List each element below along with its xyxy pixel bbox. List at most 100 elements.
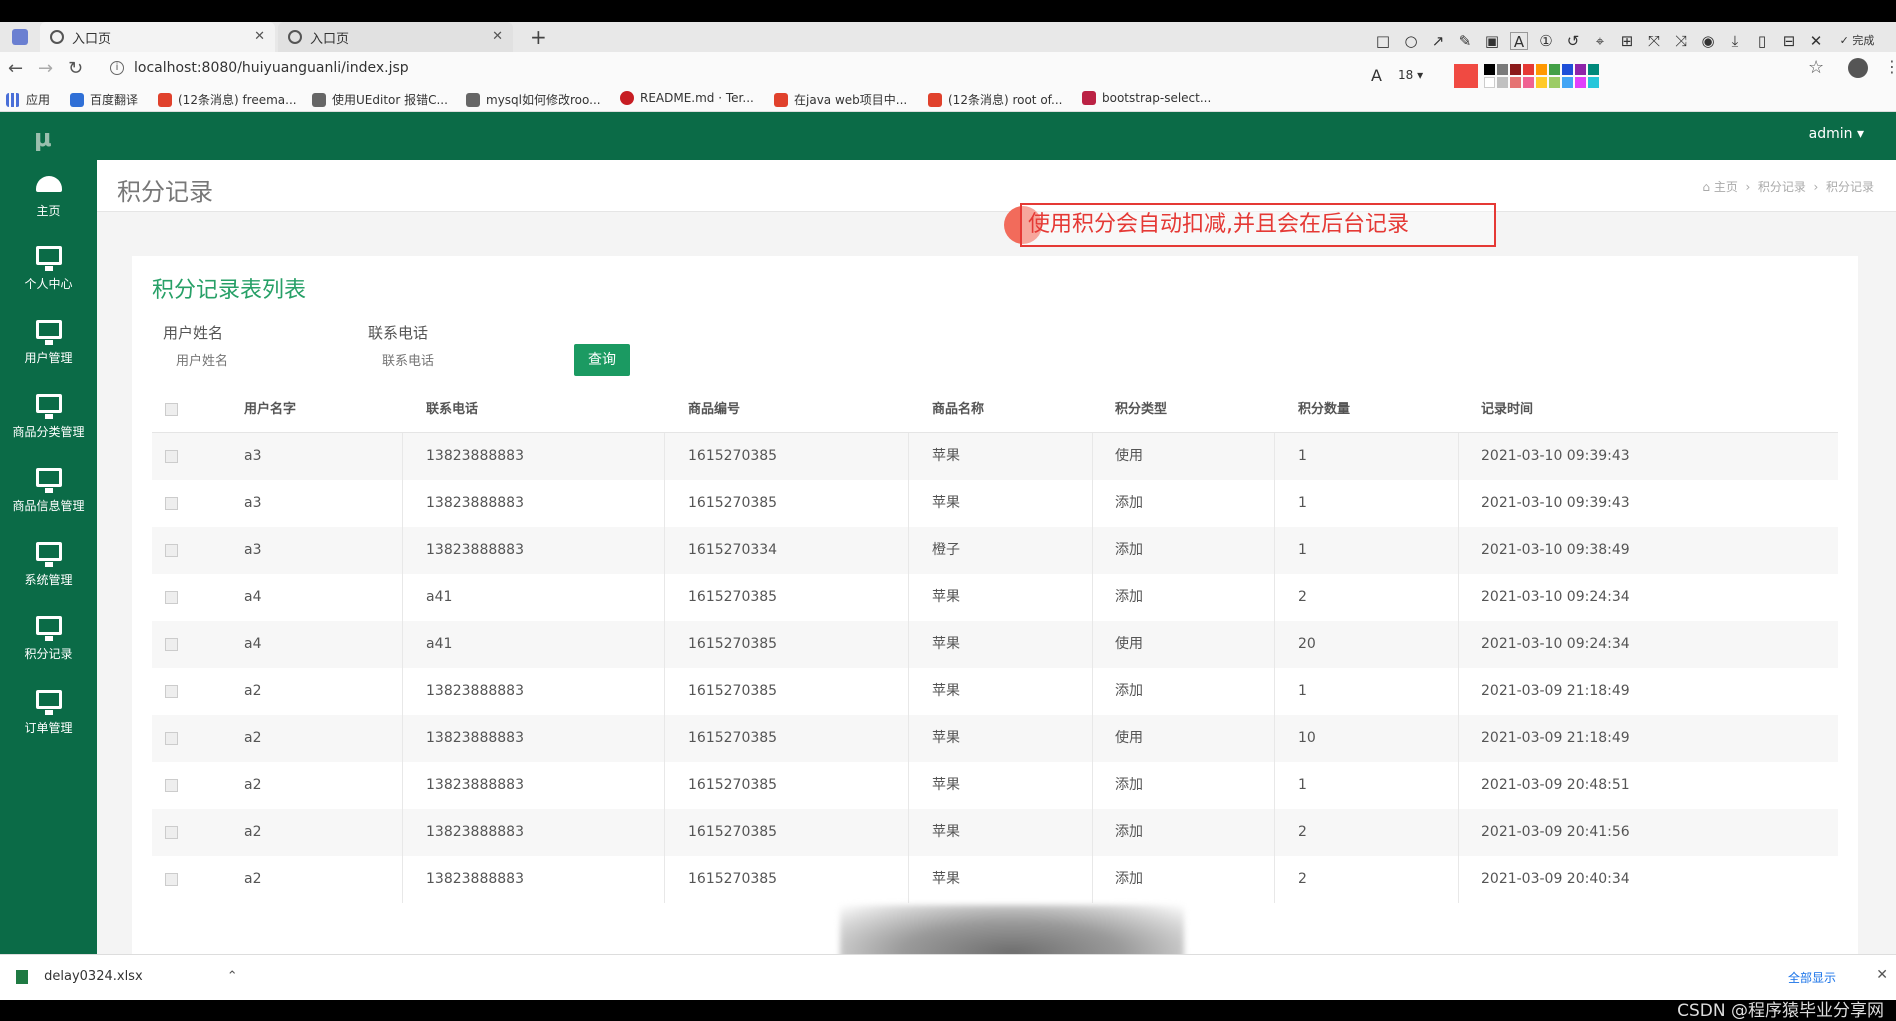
table-row[interactable]: a2 13823888883 1615270385 苹果 添加 2 2021-03-09 2… — [152, 809, 1838, 856]
done-button[interactable]: ✓ 完成 — [1832, 32, 1882, 50]
sidebar-item-points[interactable]: 积分记录 — [0, 608, 97, 676]
circle-icon[interactable]: ○ — [1402, 32, 1420, 50]
info-icon[interactable]: i — [110, 61, 124, 75]
arrow-icon[interactable]: ↗ — [1429, 32, 1447, 50]
table-row[interactable]: a3 13823888883 1615270385 苹果 使用 1 2021-03-10 0… — [152, 433, 1838, 480]
breadcrumb-home[interactable]: 主页 — [1714, 180, 1738, 194]
column-divider — [908, 480, 909, 527]
breadcrumb-parent[interactable]: 积分记录 — [1758, 180, 1806, 194]
annotation-textbox[interactable]: 使用积分会自动扣减,并且会在后台记录 — [1020, 203, 1496, 247]
table-row[interactable]: a4 a41 1615270385 苹果 使用 20 2021-03-10 09:24:34 — [152, 621, 1838, 668]
row-checkbox[interactable] — [165, 685, 178, 698]
row-checkbox[interactable] — [165, 591, 178, 604]
number-icon[interactable]: ① — [1537, 32, 1555, 50]
table-cell: 2 — [1298, 589, 1307, 605]
translate-icon[interactable]: ⤨ — [1672, 32, 1690, 50]
text-icon[interactable]: A — [1510, 32, 1528, 51]
query-button[interactable]: 查询 — [574, 344, 630, 376]
browser-app-icon[interactable] — [12, 29, 28, 45]
copy-icon[interactable]: ▯ — [1753, 32, 1771, 50]
new-tab-button[interactable]: + — [530, 25, 547, 49]
download-item[interactable]: delay0324.xlsx ⌃ — [16, 969, 238, 984]
record-icon[interactable]: ◉ — [1699, 32, 1717, 50]
sidebar-item-home[interactable]: 主页 — [0, 168, 97, 236]
color-palette[interactable] — [1484, 64, 1604, 88]
close-icon[interactable]: ✕ — [492, 29, 503, 44]
close-icon[interactable]: ✕ — [1876, 967, 1888, 983]
row-checkbox[interactable] — [165, 638, 178, 651]
bookmark-item[interactable]: mysql如何修改roo... — [466, 91, 601, 108]
sidebar-item-products[interactable]: 商品信息管理 — [0, 460, 97, 528]
row-checkbox[interactable] — [165, 544, 178, 557]
bookmark-icon — [70, 92, 84, 107]
forward-icon[interactable]: → — [38, 58, 53, 79]
ocr-icon[interactable]: ⊞ — [1618, 32, 1636, 50]
screen-top-bar — [0, 0, 1896, 22]
select-all-checkbox[interactable] — [165, 403, 178, 416]
col-header: 用户名字 — [244, 402, 297, 417]
table-cell: 添加 — [1115, 495, 1143, 511]
chevron-up-icon[interactable]: ⌃ — [227, 969, 238, 984]
sidebar-item-system[interactable]: 系统管理 — [0, 534, 97, 602]
column-divider — [908, 527, 909, 574]
bookmark-icon[interactable]: ⊟ — [1780, 32, 1798, 50]
phone-input[interactable] — [380, 346, 550, 374]
show-all-downloads[interactable]: 全部显示 — [1788, 969, 1836, 986]
sidebar-item-users[interactable]: 用户管理 — [0, 312, 97, 380]
table-row[interactable]: a2 13823888883 1615270385 苹果 使用 10 2021-03-09 … — [152, 715, 1838, 762]
sidebar-item-categories[interactable]: 商品分类管理 — [0, 386, 97, 454]
pen-icon[interactable]: ✎ — [1456, 32, 1474, 50]
table-row[interactable]: a2 13823888883 1615270385 苹果 添加 1 2021-03-09 2… — [152, 668, 1838, 715]
download-icon[interactable]: ⤓ — [1726, 32, 1744, 50]
font-size-select[interactable]: 18 ▾ — [1398, 68, 1423, 82]
user-menu[interactable]: admin ▾ — [1809, 126, 1864, 142]
row-checkbox[interactable] — [165, 732, 178, 745]
back-icon[interactable]: ← — [8, 58, 23, 79]
column-divider — [1458, 621, 1459, 668]
table-row[interactable]: a2 13823888883 1615270385 苹果 添加 1 2021-03-09 2… — [152, 762, 1838, 809]
bookmark-item[interactable]: (12条消息) freema... — [158, 91, 297, 108]
panel-title: 积分记录表列表 — [152, 278, 307, 303]
username-input[interactable] — [174, 346, 344, 374]
undo-icon[interactable]: ↺ — [1564, 32, 1582, 50]
excel-file-icon — [16, 969, 28, 984]
column-divider — [402, 574, 403, 621]
column-divider — [908, 574, 909, 621]
cancel-icon[interactable]: ✕ — [1807, 32, 1825, 50]
close-icon[interactable]: ✕ — [254, 29, 265, 44]
column-divider — [1092, 621, 1093, 668]
bookmark-item[interactable]: 百度翻译 — [70, 91, 138, 108]
sidebar-item-profile[interactable]: 个人中心 — [0, 238, 97, 306]
table-row[interactable]: a3 13823888883 1615270385 苹果 添加 1 2021-03-10 0… — [152, 480, 1838, 527]
browser-tab-2[interactable]: 入口页 ✕ — [278, 22, 513, 52]
table-cell: 2021-03-09 21:18:49 — [1481, 730, 1630, 746]
bookmark-item[interactable]: (12条消息) root of... — [928, 91, 1062, 108]
browser-tab-1[interactable]: 入口页 ✕ — [40, 22, 275, 52]
row-checkbox[interactable] — [165, 450, 178, 463]
sidebar-item-orders[interactable]: 订单管理 — [0, 682, 97, 750]
mosaic-icon[interactable]: ▣ — [1483, 32, 1501, 50]
table-row[interactable]: a4 a41 1615270385 苹果 添加 2 2021-03-10 09:24:34 — [152, 574, 1838, 621]
bookmark-apps[interactable]: 应用 — [6, 91, 50, 108]
table-row[interactable]: a3 13823888883 1615270334 橙子 添加 1 2021-03-10 0… — [152, 527, 1838, 574]
bookmark-item[interactable]: README.md · Ter... — [620, 91, 754, 105]
bookmark-item[interactable]: bootstrap-select... — [1082, 91, 1211, 105]
current-color-swatch[interactable] — [1454, 64, 1478, 88]
rectangle-icon[interactable]: □ — [1374, 32, 1392, 50]
row-checkbox[interactable] — [165, 826, 178, 839]
pin-icon[interactable]: ⌖ — [1591, 32, 1609, 50]
table-row[interactable]: a2 13823888883 1615270385 苹果 添加 2 2021-03-09 2… — [152, 856, 1838, 903]
url-field[interactable]: localhost:8080/huiyuanguanli/index.jsp — [134, 60, 409, 76]
column-divider — [402, 762, 403, 809]
reload-icon[interactable]: ↻ — [68, 58, 83, 79]
table-cell: 1 — [1298, 777, 1307, 793]
list-panel: 积分记录表列表 用户姓名 联系电话 查询 用户名字 联系电话 商品编号 商品名称… — [132, 256, 1858, 954]
column-divider — [1092, 809, 1093, 856]
row-checkbox[interactable] — [165, 873, 178, 886]
bookmark-item[interactable]: 在java web项目中... — [774, 91, 907, 108]
bookmark-item[interactable]: 使用UEditor 报错C... — [312, 91, 448, 108]
row-checkbox[interactable] — [165, 779, 178, 792]
row-checkbox[interactable] — [165, 497, 178, 510]
bookmark-icon — [466, 92, 480, 107]
scroll-icon[interactable]: ⤧ — [1645, 32, 1663, 50]
